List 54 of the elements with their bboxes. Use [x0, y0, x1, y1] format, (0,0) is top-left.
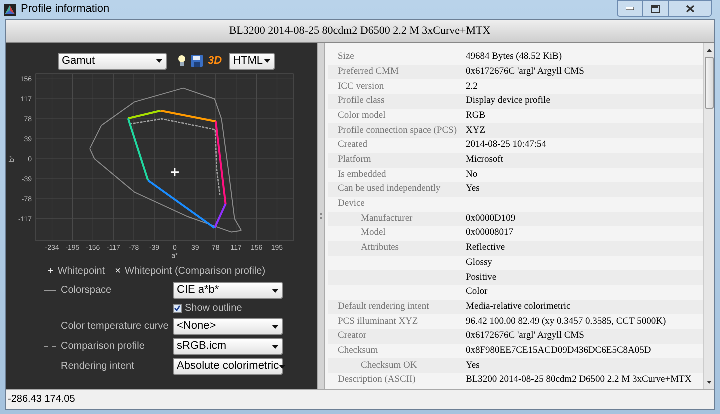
property-label: Creator — [338, 331, 366, 342]
setting-label: Rendering intent — [61, 360, 136, 374]
property-value: Color — [466, 286, 488, 300]
legend-label: Whitepoint — [58, 264, 106, 278]
property-label: Is embedded — [338, 170, 386, 180]
legend-label: Whitepoint (Comparison profile) — [124, 264, 266, 278]
property-label: Description (ASCII) — [338, 375, 416, 386]
property-value: Media-relative colorimetric — [466, 300, 571, 314]
property-value: 0x6172676C 'argl' Argyll CMS — [466, 330, 584, 344]
property-value: XYZ — [466, 124, 486, 138]
property-label: Device — [338, 199, 365, 210]
property-value: 2.2 — [466, 80, 478, 94]
property-value: Positive — [466, 272, 497, 285]
property-value: 0x00008017 — [466, 227, 514, 240]
property-value: Yes — [466, 183, 480, 196]
property-value: Yes — [466, 360, 480, 373]
property-label: Created — [338, 140, 368, 150]
property-label: ICC version — [338, 82, 384, 92]
property-label: Profile class — [338, 96, 385, 106]
property-value: BL3200 2014-08-25 80cdm2 D6500 2.2 M 3xCurve+MTX — [466, 374, 692, 388]
property-value: Display device profile — [466, 95, 550, 108]
profile-title: BL3200 2014-08-25 80cdm2 D6500 2.2 M 3xCurve+MTX — [229, 24, 491, 39]
setting-label: Color temperature curve — [61, 320, 170, 334]
window-title: Profile information — [21, 2, 110, 18]
property-value: 2014-08-25 10:47:54 — [466, 139, 546, 152]
property-label: Can be used independently — [338, 184, 441, 194]
property-value: 0x0000D109 — [466, 212, 516, 226]
property-value: Glossy — [466, 256, 492, 270]
property-label: Checksum — [338, 346, 378, 356]
property-label: Manufacturer — [361, 214, 413, 224]
property-value: Microsoft — [466, 154, 504, 168]
property-value: No — [466, 168, 478, 182]
legend-symbol: + — [48, 264, 54, 278]
status-text: -286.43 174.05 — [8, 393, 76, 407]
checkbox-label: Show outline — [185, 302, 242, 316]
property-value: 0x6172676C 'argl' Argyll CMS — [466, 66, 584, 79]
property-label: Size — [338, 52, 354, 62]
property-label: Attributes — [361, 243, 399, 254]
property-label: PCS illuminant XYZ — [338, 316, 418, 327]
legend-symbol: × — [115, 264, 121, 278]
setting-label: Comparison profile — [61, 340, 146, 354]
property-value: Reflective — [466, 242, 506, 256]
property-label: Default rendering intent — [338, 302, 430, 312]
property-label: Model — [361, 228, 386, 238]
property-label: Preferred CMM — [338, 66, 399, 77]
property-label: Platform — [338, 155, 372, 166]
property-label: Color model — [338, 110, 386, 121]
property-label: Checksum OK — [361, 360, 418, 371]
property-value: RGB — [466, 110, 486, 123]
property-value: 49684 Bytes (48.52 KiB) — [466, 51, 562, 64]
property-label: Profile connection space (PCS) — [338, 126, 457, 136]
property-value: 96.42 100.00 82.49 (xy 0.3457 0.3585, CCT 5000K) — [466, 316, 666, 329]
setting-label: Colorspace — [61, 284, 113, 298]
property-value: 0x8F980EE7CE15ACD09D436DC6E5C8A05D — [466, 344, 652, 358]
